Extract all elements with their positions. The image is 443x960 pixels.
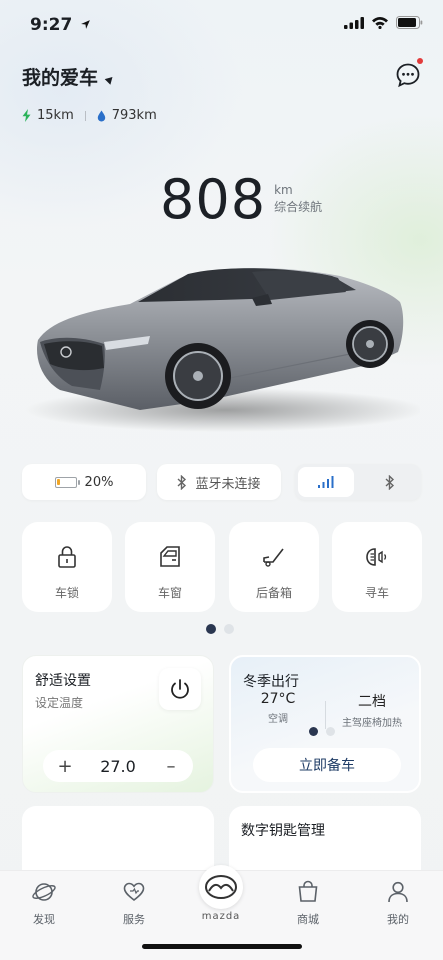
control-find-car-label: 寻车	[364, 586, 389, 600]
pager-dot-2[interactable]	[224, 624, 234, 634]
season-seat-heat-value: 二档	[358, 694, 386, 710]
wifi-icon	[372, 17, 388, 29]
battery-percentage: 20%	[84, 474, 114, 490]
chat-bubble-icon	[396, 63, 420, 88]
comfort-subtitle: 设定温度	[35, 696, 84, 710]
nav-discover[interactable]: 发现	[14, 879, 74, 927]
nav-shop[interactable]: 商城	[278, 879, 338, 927]
range-divider	[84, 110, 86, 121]
season-pager	[309, 727, 335, 736]
power-icon	[171, 679, 189, 699]
control-window[interactable]: 车窗	[125, 522, 215, 612]
bluetooth-option[interactable]	[362, 467, 418, 497]
nav-brand-home[interactable]: mazda	[191, 865, 251, 922]
cellular-option[interactable]	[298, 467, 354, 497]
total-range: 808 km 综合续航	[160, 168, 322, 231]
control-trunk-label: 后备箱	[255, 586, 292, 600]
electric-range: 15km	[37, 108, 74, 123]
battery-level-icon	[54, 476, 80, 488]
brand-wordmark: mazda	[201, 911, 241, 922]
nav-shop-label: 商城	[297, 913, 319, 926]
fuel-range: 793km	[111, 108, 157, 123]
total-range-caption: 综合续航	[274, 200, 323, 214]
control-trunk[interactable]: 后备箱	[229, 522, 319, 612]
mazda-logo-icon	[205, 875, 237, 899]
battery-chip[interactable]: 20%	[22, 464, 146, 500]
status-bar: 9:27	[0, 0, 443, 52]
total-range-unit: km	[274, 183, 293, 197]
prepare-car-button[interactable]: 立即备车	[253, 748, 401, 782]
fuel-drop-icon	[97, 110, 105, 121]
digital-key-title: 数字钥匙管理	[241, 823, 325, 839]
caret-down-icon	[104, 74, 116, 85]
season-title: 冬季出行	[243, 674, 299, 690]
total-range-meta: km 综合续航	[274, 182, 322, 216]
bluetooth-option-icon	[385, 474, 395, 490]
shopping-bag-icon	[298, 880, 318, 902]
window-icon	[160, 546, 180, 567]
signal-bars-icon	[318, 476, 334, 488]
temperature-increase-button[interactable]: +	[57, 756, 73, 777]
season-ac-caption: 空调	[268, 714, 288, 725]
season-ac-value: 27°C	[260, 691, 296, 707]
winter-travel-card[interactable]: 冬季出行 27°C 空调 二档 主驾座椅加热 立即备车	[229, 655, 421, 793]
trunk-icon	[263, 548, 284, 567]
temperature-stepper: + 27.0 –	[43, 750, 193, 782]
battery-status-icon	[396, 16, 423, 29]
nav-profile[interactable]: 我的	[368, 879, 428, 927]
status-time-text: 9:27	[30, 15, 73, 35]
page-title: 我的爱车	[22, 67, 99, 89]
season-pager-dot-1[interactable]	[309, 727, 318, 736]
nav-service[interactable]: 服务	[104, 879, 164, 927]
brand-badge	[199, 865, 243, 909]
comfort-title: 舒适设置	[35, 673, 91, 689]
connection-toggle[interactable]	[295, 464, 421, 500]
temperature-decrease-button[interactable]: –	[163, 756, 179, 777]
status-icons	[344, 16, 423, 29]
bluetooth-status: 蓝牙未连接	[195, 476, 261, 492]
find-car-icon	[366, 548, 387, 566]
heart-icon	[123, 882, 145, 902]
control-lock[interactable]: 车锁	[22, 522, 112, 612]
pager-dot-1[interactable]	[206, 624, 216, 634]
planet-icon	[32, 883, 56, 901]
season-seat-heat-caption: 主驾座椅加热	[342, 718, 402, 729]
notification-dot	[417, 58, 423, 64]
home-indicator[interactable]	[142, 944, 302, 949]
nav-service-label: 服务	[123, 913, 145, 926]
bluetooth-chip[interactable]: 蓝牙未连接	[157, 464, 281, 500]
lightning-icon	[22, 109, 31, 122]
control-lock-label: 车锁	[54, 586, 79, 600]
message-button[interactable]	[395, 58, 423, 88]
cellular-signal-icon	[344, 16, 364, 29]
car-image	[20, 240, 425, 440]
power-button[interactable]	[159, 668, 201, 710]
temperature-value: 27.0	[100, 756, 136, 776]
comfort-settings-card[interactable]: 舒适设置 设定温度 + 27.0 –	[22, 655, 214, 793]
season-ac: 27°C 空调	[231, 691, 325, 729]
nav-profile-label: 我的	[387, 913, 409, 926]
control-find-car[interactable]: 寻车	[332, 522, 422, 612]
nav-discover-label: 发现	[33, 913, 55, 926]
car-illustration	[25, 267, 425, 432]
controls-pager	[206, 624, 234, 634]
season-pager-dot-2[interactable]	[326, 727, 335, 736]
person-icon	[388, 881, 408, 903]
vehicle-selector[interactable]: 我的爱车	[22, 63, 116, 90]
battery-level-fill	[56, 478, 60, 485]
bluetooth-icon	[178, 474, 187, 490]
season-divider	[325, 701, 326, 729]
lock-icon	[58, 546, 76, 568]
season-seat-heat: 二档 主驾座椅加热	[325, 691, 419, 729]
range-summary: 15km 793km	[22, 108, 157, 123]
total-range-value: 808	[160, 168, 267, 231]
status-time: 9:27	[30, 15, 91, 35]
location-arrow-icon	[81, 20, 91, 29]
control-window-label: 车窗	[157, 586, 182, 600]
